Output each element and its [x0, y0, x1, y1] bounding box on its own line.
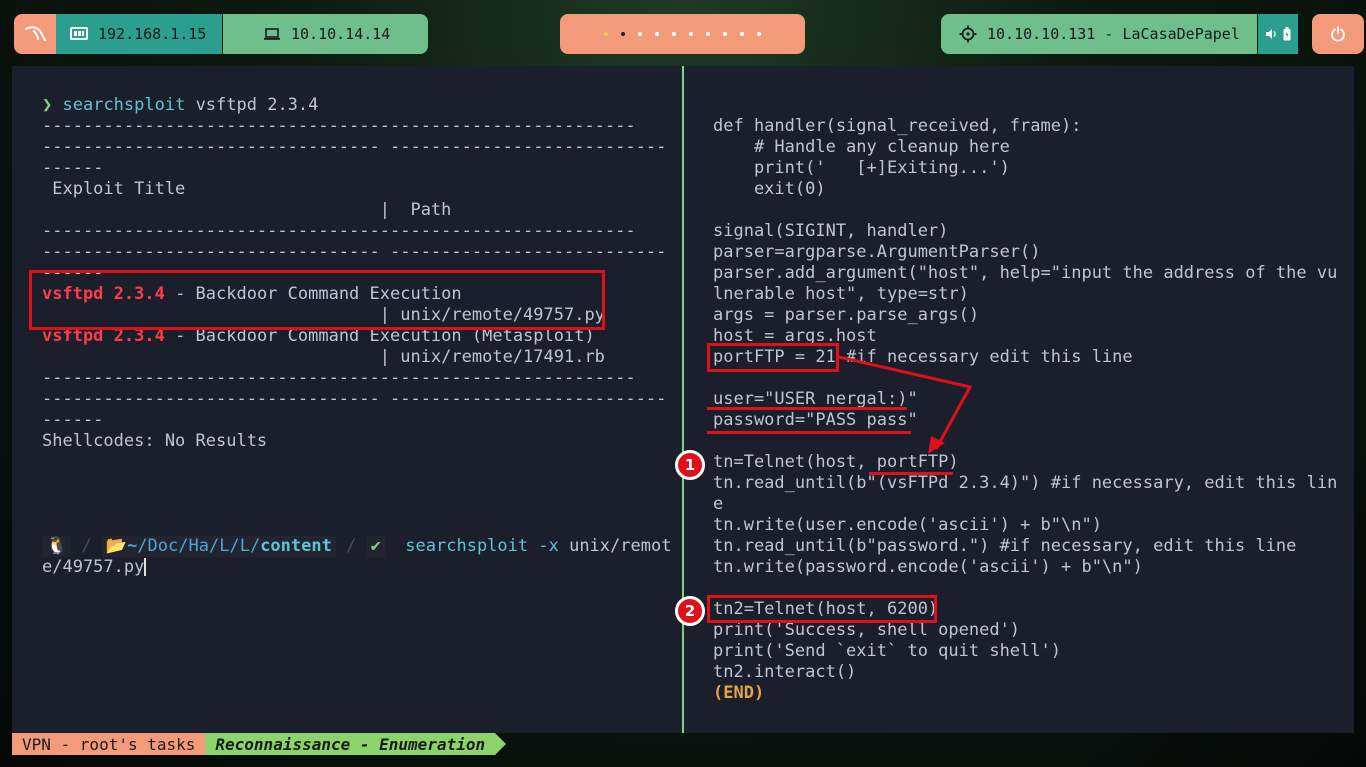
top-bar: 192.168.1.15 10.10.14.14 10.10.10.131 - … — [0, 0, 1366, 66]
separator-line: --------------------------------- ------… — [42, 242, 667, 262]
workspace-5[interactable] — [672, 32, 676, 36]
laptop-icon — [264, 28, 280, 40]
right-pager-pane[interactable]: def handler(signal_received, frame): # H… — [675, 66, 1343, 733]
kali-dragon-icon — [25, 26, 46, 41]
system-tray[interactable] — [1258, 14, 1298, 54]
separator-line: ----------------------------------------… — [42, 221, 636, 241]
local-ip-indicator: 192.168.1.15 — [56, 14, 222, 54]
separator-line: ------ — [42, 410, 104, 430]
highlight-box-telnet2 — [707, 595, 937, 623]
workspace-3[interactable] — [638, 32, 642, 36]
active-window-tab[interactable]: Reconnaissance - Enumeration — [205, 733, 496, 755]
vpn-ip-text: 10.10.14.14 — [291, 25, 391, 43]
pane-divider[interactable] — [682, 66, 684, 733]
separator-line: ------ — [42, 158, 104, 178]
code-line: tn.read_until(b"password.") #if necessar… — [713, 536, 1297, 556]
command-args: unix/remot — [558, 536, 672, 556]
annotation-badge-2: 2 — [675, 596, 705, 626]
local-ip-text: 192.168.1.15 — [98, 25, 207, 43]
prompt-arrow-icon: ❯ — [42, 95, 53, 115]
workspace-6[interactable] — [689, 32, 693, 36]
code-line: print('Send `exit` to quit shell') — [713, 641, 1061, 661]
code-line: print('Success, shell opened') — [713, 620, 1021, 640]
separator-line: --------------------------------- ------… — [42, 389, 667, 409]
path-part: /Ha — [178, 536, 209, 556]
code-line: tn.write(user.encode('ascii') + b"\n") — [713, 515, 1102, 535]
code-line: e — [713, 494, 724, 514]
workspace-10[interactable] — [757, 32, 761, 36]
workspace-9[interactable] — [740, 32, 744, 36]
command-flag: -x — [528, 536, 559, 556]
command-args: vsftpd 2.3.4 — [185, 95, 319, 115]
shellcodes-result: Shellcodes: No Results — [42, 431, 268, 451]
powerline-prompt: 🐧 / 📂 ~/Doc/Ha/L/L/content / ✔ searchsplo… — [42, 536, 671, 557]
code-line: tn2.interact() — [713, 662, 857, 682]
workspace-2[interactable] — [621, 32, 625, 36]
column-header-path: | Path — [42, 200, 452, 220]
powerline-arrow-icon — [495, 733, 507, 755]
success-check-icon: ✔ — [366, 536, 385, 557]
path-current-dir: content — [260, 536, 332, 556]
separator-line: ----------------------------------------… — [42, 116, 636, 136]
terminal-window[interactable]: ❯ searchsploit vsftpd 2.3.4 ------------… — [12, 66, 1354, 733]
network-card-icon — [70, 27, 88, 40]
command-name: searchsploit — [62, 95, 186, 115]
annotation-badge-1: 1 — [675, 450, 705, 480]
power-icon — [1331, 26, 1345, 42]
path-part: /L — [208, 536, 230, 556]
volume-icon — [1266, 29, 1276, 39]
target-indicator: 10.10.10.131 - LaCasaDePapel — [941, 14, 1257, 54]
command-continuation[interactable]: e/49757.py — [42, 557, 147, 578]
workspace-switcher — [560, 14, 805, 54]
session-name[interactable]: VPN - root's tasks — [12, 733, 206, 755]
command-args: e/49757.py — [42, 557, 145, 577]
annotation-arrow-icon — [838, 355, 973, 454]
crosshair-icon — [959, 25, 977, 43]
prompt-path: 📂 ~/Doc/Ha/L/L/content — [101, 536, 336, 557]
workspace-8[interactable] — [723, 32, 727, 36]
command-name: searchsploit — [405, 536, 529, 556]
prompt-line-1: ❯ searchsploit vsftpd 2.3.4 — [42, 95, 318, 116]
linux-os-icon: 🐧 — [42, 536, 72, 557]
separator-line: --------------------------------- ------… — [42, 137, 667, 157]
workspace-4[interactable] — [655, 32, 659, 36]
code-line: tn.write(password.encode('ascii') + b"\n… — [713, 557, 1143, 577]
path-part: /L/ — [229, 536, 261, 556]
tmux-status-bar: VPN - root's tasks Reconnaissance - Enum… — [12, 733, 507, 755]
power-button[interactable] — [1312, 14, 1364, 54]
highlight-box-exploit — [29, 270, 605, 330]
kali-menu-button[interactable] — [14, 14, 56, 54]
target-text: 10.10.10.131 - LaCasaDePapel — [987, 25, 1240, 43]
column-header-title: Exploit Title — [42, 179, 186, 199]
workspace-1[interactable] — [604, 32, 608, 36]
left-terminal-pane[interactable]: ❯ searchsploit vsftpd 2.3.4 ------------… — [29, 66, 672, 733]
path-part: /Doc — [137, 536, 179, 556]
exploit-result-2-path: | unix/remote/17491.rb — [42, 347, 605, 367]
separator-line: ----------------------------------------… — [42, 368, 636, 388]
battery-icon — [1283, 27, 1291, 41]
folder-icon: 📂 — [105, 536, 128, 556]
workspace-7[interactable] — [706, 32, 710, 36]
path-home: ~ — [127, 536, 138, 556]
text-cursor — [144, 558, 147, 576]
pager-end-marker: (END) — [713, 683, 765, 703]
vpn-ip-indicator: 10.10.14.14 — [223, 14, 428, 54]
